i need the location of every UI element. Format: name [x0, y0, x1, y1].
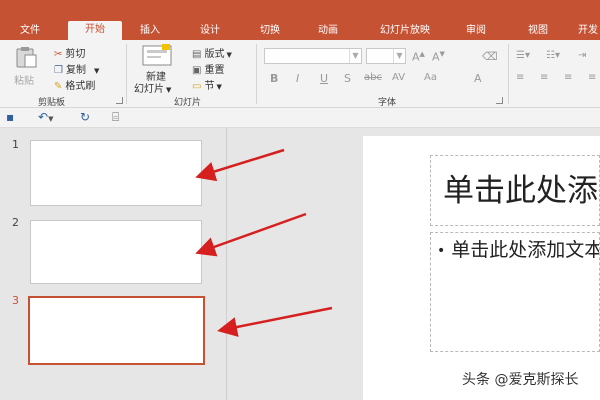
- align-left-icon[interactable]: ≡: [516, 72, 524, 83]
- chevron-down-icon: ▼: [349, 49, 361, 63]
- separator: [508, 44, 509, 104]
- format-painter-label: 格式刷: [65, 81, 96, 92]
- section-dropdown-icon: ▼: [216, 83, 222, 91]
- font-name-select[interactable]: ▼: [264, 48, 362, 64]
- ribbon-home: 粘贴 ✂ 剪切 ❐ 复制 ▼ ✎ 格式刷 剪贴板 新建 幻灯片 ▼ ▤ 版式 ▼ ▣ 重置 ▭ 节…: [0, 40, 600, 108]
- paste-label: 粘贴: [14, 76, 34, 87]
- numbering-icon[interactable]: ☷▾: [546, 50, 560, 61]
- tab-design[interactable]: 设计: [188, 22, 232, 40]
- slide-number: 1: [12, 138, 19, 151]
- separator: [256, 44, 257, 104]
- justify-icon[interactable]: ≡: [588, 72, 596, 83]
- copy-label: 复制: [65, 65, 86, 76]
- slide-number: 2: [12, 216, 19, 229]
- new-slide-dropdown-icon: ▼: [166, 86, 172, 94]
- save-icon[interactable]: ▪: [6, 110, 14, 124]
- slides-group-label: 幻灯片: [174, 98, 202, 108]
- new-slide-label-2: 幻灯片 ▼: [134, 84, 172, 95]
- align-center-icon[interactable]: ≡: [540, 72, 548, 83]
- reset-button[interactable]: ▣ 重置: [192, 61, 224, 76]
- underline-button[interactable]: U: [320, 72, 328, 85]
- font-group-label: 字体: [378, 98, 397, 108]
- start-slideshow-icon[interactable]: ⌸: [112, 110, 119, 125]
- bold-button[interactable]: B: [270, 72, 278, 85]
- paste-button[interactable]: 粘贴: [8, 46, 44, 87]
- section-label: 节: [204, 81, 215, 92]
- chevron-down-icon: ▼: [393, 49, 405, 63]
- copy-dropdown-icon: ▼: [93, 67, 100, 75]
- bullets-icon[interactable]: ☰▾: [516, 50, 530, 61]
- ribbon-tab-bar: 文件 开始 插入 设计 切换 动画 幻灯片放映 审阅 视图 开发: [0, 0, 600, 40]
- copy-icon: ❐: [54, 65, 63, 76]
- copy-button[interactable]: ❐ 复制 ▼: [54, 61, 99, 76]
- decrease-font-icon[interactable]: A▼: [432, 50, 445, 64]
- align-right-icon[interactable]: ≡: [564, 72, 572, 83]
- undo-icon[interactable]: ↶▼: [38, 110, 53, 124]
- clipboard-group-label: 剪贴板: [38, 98, 66, 108]
- cut-button[interactable]: ✂ 剪切: [54, 45, 85, 60]
- tab-home[interactable]: 开始: [68, 21, 122, 40]
- slide-thumbnail-3[interactable]: [28, 296, 205, 365]
- tab-developer[interactable]: 开发: [578, 22, 600, 40]
- shadow-button[interactable]: S: [344, 72, 351, 85]
- bullet-icon: •: [437, 242, 446, 259]
- tab-review[interactable]: 审阅: [456, 22, 496, 40]
- tab-slideshow[interactable]: 幻灯片放映: [366, 22, 444, 40]
- slide-thumbnail-2[interactable]: [30, 220, 202, 284]
- layout-button[interactable]: ▤ 版式 ▼: [192, 45, 232, 60]
- watermark-text: 头条 @爱克斯探长: [454, 366, 600, 394]
- strikethrough-button[interactable]: abc: [364, 72, 382, 83]
- tab-file[interactable]: 文件: [10, 22, 50, 40]
- indent-icon[interactable]: ⇥: [578, 50, 586, 61]
- tab-transitions[interactable]: 切换: [248, 22, 292, 40]
- body-placeholder[interactable]: • 单击此处添加文本: [430, 232, 600, 352]
- clipboard-launcher[interactable]: [116, 97, 123, 104]
- font-size-select[interactable]: ▼: [366, 48, 406, 64]
- tab-insert[interactable]: 插入: [128, 22, 172, 40]
- title-placeholder[interactable]: 单击此处添加标题: [430, 155, 600, 226]
- slide-thumbnail-1[interactable]: [30, 140, 202, 206]
- slide-number: 3: [12, 294, 19, 307]
- layout-label: 版式: [204, 49, 225, 60]
- section-button[interactable]: ▭ 节 ▼: [192, 77, 222, 92]
- font-launcher[interactable]: [496, 97, 503, 104]
- increase-font-icon[interactable]: A▲: [412, 50, 425, 64]
- reset-label: 重置: [204, 65, 225, 76]
- clear-format-icon[interactable]: ⌫: [482, 50, 498, 63]
- section-icon: ▭: [192, 81, 202, 92]
- italic-button[interactable]: I: [296, 72, 299, 85]
- tab-animations[interactable]: 动画: [306, 22, 350, 40]
- scissors-icon: ✂: [54, 49, 63, 60]
- paste-icon: [16, 47, 37, 68]
- layout-dropdown-icon: ▼: [226, 51, 232, 59]
- char-spacing-button[interactable]: AV: [392, 72, 405, 83]
- new-slide-icon: [142, 44, 172, 66]
- separator: [126, 44, 127, 104]
- change-case-button[interactable]: Aa: [424, 72, 437, 83]
- new-slide-button[interactable]: 新建 幻灯片 ▼: [132, 44, 182, 95]
- font-color-button[interactable]: A: [474, 72, 482, 85]
- body-placeholder-text: 单击此处添加文本: [451, 239, 600, 261]
- slide-thumbnails-pane: 1 2 3: [0, 128, 226, 400]
- cut-label: 剪切: [65, 49, 86, 60]
- format-painter-button[interactable]: ✎ 格式刷: [54, 77, 95, 92]
- redo-icon[interactable]: ↻: [80, 110, 90, 124]
- format-painter-icon: ✎: [54, 81, 63, 92]
- tab-view[interactable]: 视图: [518, 22, 558, 40]
- layout-icon: ▤: [192, 49, 202, 60]
- quick-access-toolbar: ▪ ↶▼ ↻ ⌸: [0, 108, 600, 128]
- reset-icon: ▣: [192, 65, 202, 76]
